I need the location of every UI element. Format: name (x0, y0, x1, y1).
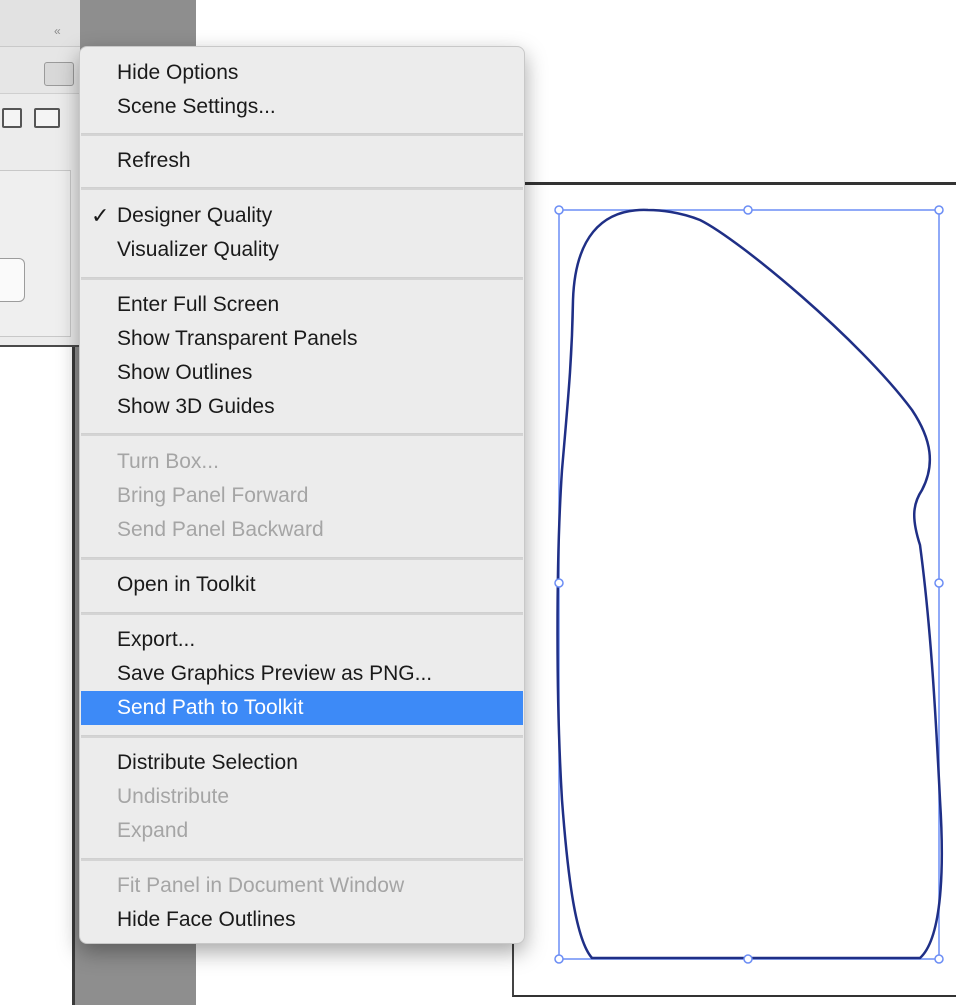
selection-handle[interactable] (554, 578, 564, 588)
menu-item-hide-face-outlines[interactable]: Hide Face Outlines (81, 903, 523, 937)
menu-item-open-in-toolkit[interactable]: Open in Toolkit (81, 568, 523, 602)
context-menu: Hide Options Scene Settings... Refresh ✓… (79, 46, 525, 944)
menu-item-label: Send Panel Backward (117, 518, 324, 541)
menu-item-refresh[interactable]: Refresh (81, 144, 523, 178)
menu-item-label: Save Graphics Preview as PNG... (117, 662, 433, 685)
selection-handle[interactable] (934, 205, 944, 215)
menu-item-label: Enter Full Screen (117, 293, 280, 316)
menu-item-label: Send Path to Toolkit (117, 696, 304, 719)
menu-item-label: Visualizer Quality (117, 238, 279, 261)
menu-item-label: Export... (117, 628, 196, 651)
menu-item-label: Hide Options (117, 61, 239, 84)
menu-separator (81, 433, 523, 436)
selection-handle[interactable] (743, 954, 753, 964)
menu-separator (81, 557, 523, 560)
menu-item-label: Undistribute (117, 785, 230, 808)
menu-item-undistribute: Undistribute (81, 780, 523, 814)
menu-item-export[interactable]: Export... (81, 623, 523, 657)
menu-item-label: Refresh (117, 149, 191, 172)
menu-item-label: Bring Panel Forward (117, 484, 309, 507)
menu-item-label: Show Transparent Panels (117, 327, 358, 350)
menu-item-label: Designer Quality (117, 204, 273, 227)
menu-item-turn-box: Turn Box... (81, 445, 523, 479)
menu-separator (81, 277, 523, 280)
menu-item-label: Expand (117, 819, 189, 842)
menu-separator (81, 735, 523, 738)
menu-separator (81, 858, 523, 861)
selection-handle[interactable] (554, 954, 564, 964)
menu-item-enter-full-screen[interactable]: Enter Full Screen (81, 288, 523, 322)
menu-item-fit-panel: Fit Panel in Document Window (81, 869, 523, 903)
menu-item-show-transparent-panels[interactable]: Show Transparent Panels (81, 322, 523, 356)
selection-bounding-box (558, 209, 940, 960)
menu-item-save-graphics-preview[interactable]: Save Graphics Preview as PNG... (81, 657, 523, 691)
menu-separator (81, 133, 523, 136)
menu-separator (81, 187, 523, 190)
menu-item-label: Hide Face Outlines (117, 908, 296, 931)
menu-separator (81, 612, 523, 615)
selection-handle[interactable] (554, 205, 564, 215)
menu-item-hide-options[interactable]: Hide Options (81, 56, 523, 90)
menu-item-bring-panel-forward: Bring Panel Forward (81, 479, 523, 513)
menu-item-show-outlines[interactable]: Show Outlines (81, 356, 523, 390)
menu-item-designer-quality[interactable]: ✓ Designer Quality (81, 199, 523, 233)
checkmark-icon: ✓ (91, 203, 110, 228)
menu-item-label: Distribute Selection (117, 751, 298, 774)
selection-handle[interactable] (934, 578, 944, 588)
selected-path[interactable] (556, 208, 944, 960)
menu-item-label: Open in Toolkit (117, 573, 256, 596)
menu-item-expand: Expand (81, 814, 523, 848)
menu-item-label: Show Outlines (117, 361, 253, 384)
menu-item-label: Scene Settings... (117, 95, 276, 118)
menu-item-show-3d-guides[interactable]: Show 3D Guides (81, 390, 523, 424)
selection-handle[interactable] (743, 205, 753, 215)
menu-item-label: Fit Panel in Document Window (117, 874, 405, 897)
menu-item-send-path-to-toolkit[interactable]: Send Path to Toolkit (81, 691, 523, 725)
menu-item-label: Show 3D Guides (117, 395, 275, 418)
menu-item-distribute-selection[interactable]: Distribute Selection (81, 746, 523, 780)
selection-handle[interactable] (934, 954, 944, 964)
menu-item-visualizer-quality[interactable]: Visualizer Quality (81, 233, 523, 267)
menu-item-send-panel-backward: Send Panel Backward (81, 513, 523, 547)
menu-item-label: Turn Box... (117, 450, 219, 473)
menu-item-scene-settings[interactable]: Scene Settings... (81, 90, 523, 124)
